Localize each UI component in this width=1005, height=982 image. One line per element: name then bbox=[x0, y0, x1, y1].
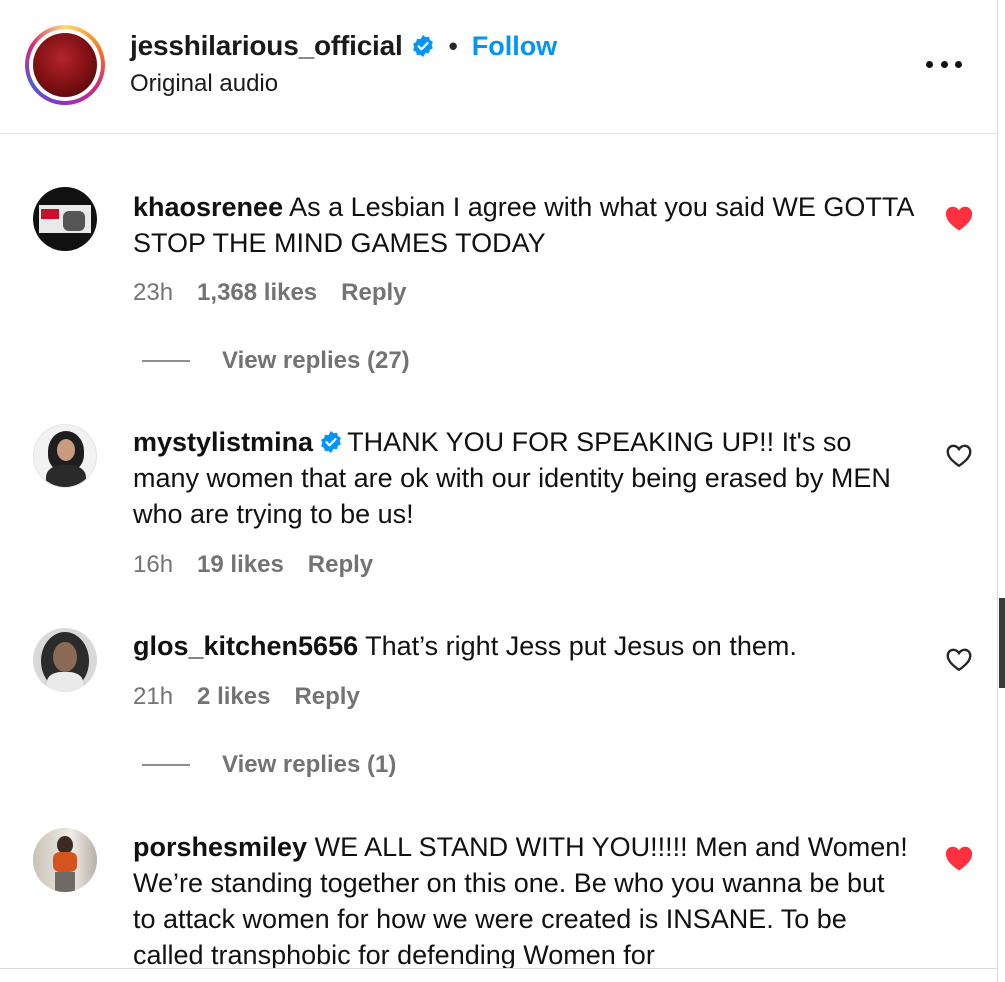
follow-button[interactable]: Follow bbox=[472, 31, 557, 62]
comment-text-block: porshesmiley WE ALL STAND WITH YOU!!!!! … bbox=[133, 829, 913, 973]
comment-time[interactable]: 21h bbox=[133, 683, 173, 711]
commenter-avatar[interactable] bbox=[33, 187, 97, 251]
author-username[interactable]: jesshilarious_official bbox=[130, 30, 403, 62]
replies-divider bbox=[142, 360, 190, 362]
author-avatar[interactable] bbox=[25, 25, 105, 105]
separator-dot: • bbox=[448, 30, 458, 61]
view-replies-label: View replies (1) bbox=[222, 751, 397, 778]
comment-time[interactable]: 16h bbox=[133, 551, 173, 579]
comment-username[interactable]: khaosrenee bbox=[133, 192, 283, 222]
window-edge bbox=[999, 0, 1005, 982]
comment-likes[interactable]: 2 likes bbox=[197, 683, 270, 711]
comment-text-block: khaosrenee As a Lesbian I agree with wha… bbox=[133, 189, 913, 261]
more-options-icon[interactable] bbox=[926, 52, 962, 76]
verified-badge-icon bbox=[412, 35, 433, 57]
comment-meta: 16h 19 likes Reply bbox=[133, 551, 373, 579]
liked-heart-icon[interactable] bbox=[944, 204, 974, 232]
liked-heart-icon[interactable] bbox=[944, 844, 974, 872]
verified-badge-icon bbox=[321, 431, 341, 453]
comment-meta: 23h 1,368 likes Reply bbox=[133, 279, 407, 307]
comment-text: That’s right Jess put Jesus on them. bbox=[365, 631, 797, 661]
comment-username[interactable]: glos_kitchen5656 bbox=[133, 631, 358, 661]
comment-likes[interactable]: 1,368 likes bbox=[197, 279, 317, 307]
heart-outline-icon[interactable] bbox=[944, 645, 974, 673]
replies-divider bbox=[142, 764, 190, 766]
comment-meta: 21h 2 likes Reply bbox=[133, 683, 360, 711]
reply-button[interactable]: Reply bbox=[341, 279, 406, 307]
heart-outline-icon[interactable] bbox=[944, 441, 974, 469]
view-replies-button[interactable]: View replies (27) bbox=[142, 347, 410, 375]
comment-username[interactable]: porshesmiley bbox=[133, 832, 307, 862]
comment-text-block: glos_kitchen5656 That’s right Jess put J… bbox=[133, 628, 913, 664]
commenter-avatar[interactable] bbox=[33, 628, 97, 692]
comments-panel: jesshilarious_official • Follow Original… bbox=[0, 0, 998, 982]
comment-time[interactable]: 23h bbox=[133, 279, 173, 307]
reply-button[interactable]: Reply bbox=[294, 683, 359, 711]
commenter-avatar[interactable] bbox=[33, 828, 97, 892]
author-row: jesshilarious_official • Follow bbox=[130, 28, 557, 64]
comment-likes[interactable]: 19 likes bbox=[197, 551, 284, 579]
commenter-avatar[interactable] bbox=[33, 424, 97, 488]
panel-bottom-edge bbox=[0, 968, 997, 982]
post-header: jesshilarious_official • Follow Original… bbox=[0, 0, 997, 134]
view-replies-label: View replies (27) bbox=[222, 347, 410, 374]
reply-button[interactable]: Reply bbox=[308, 551, 373, 579]
comment-text-block: mystylistmina THANK YOU FOR SPEAKING UP!… bbox=[133, 424, 913, 532]
view-replies-button[interactable]: View replies (1) bbox=[142, 751, 396, 779]
audio-label[interactable]: Original audio bbox=[130, 70, 278, 98]
comment-username[interactable]: mystylistmina bbox=[133, 427, 313, 457]
